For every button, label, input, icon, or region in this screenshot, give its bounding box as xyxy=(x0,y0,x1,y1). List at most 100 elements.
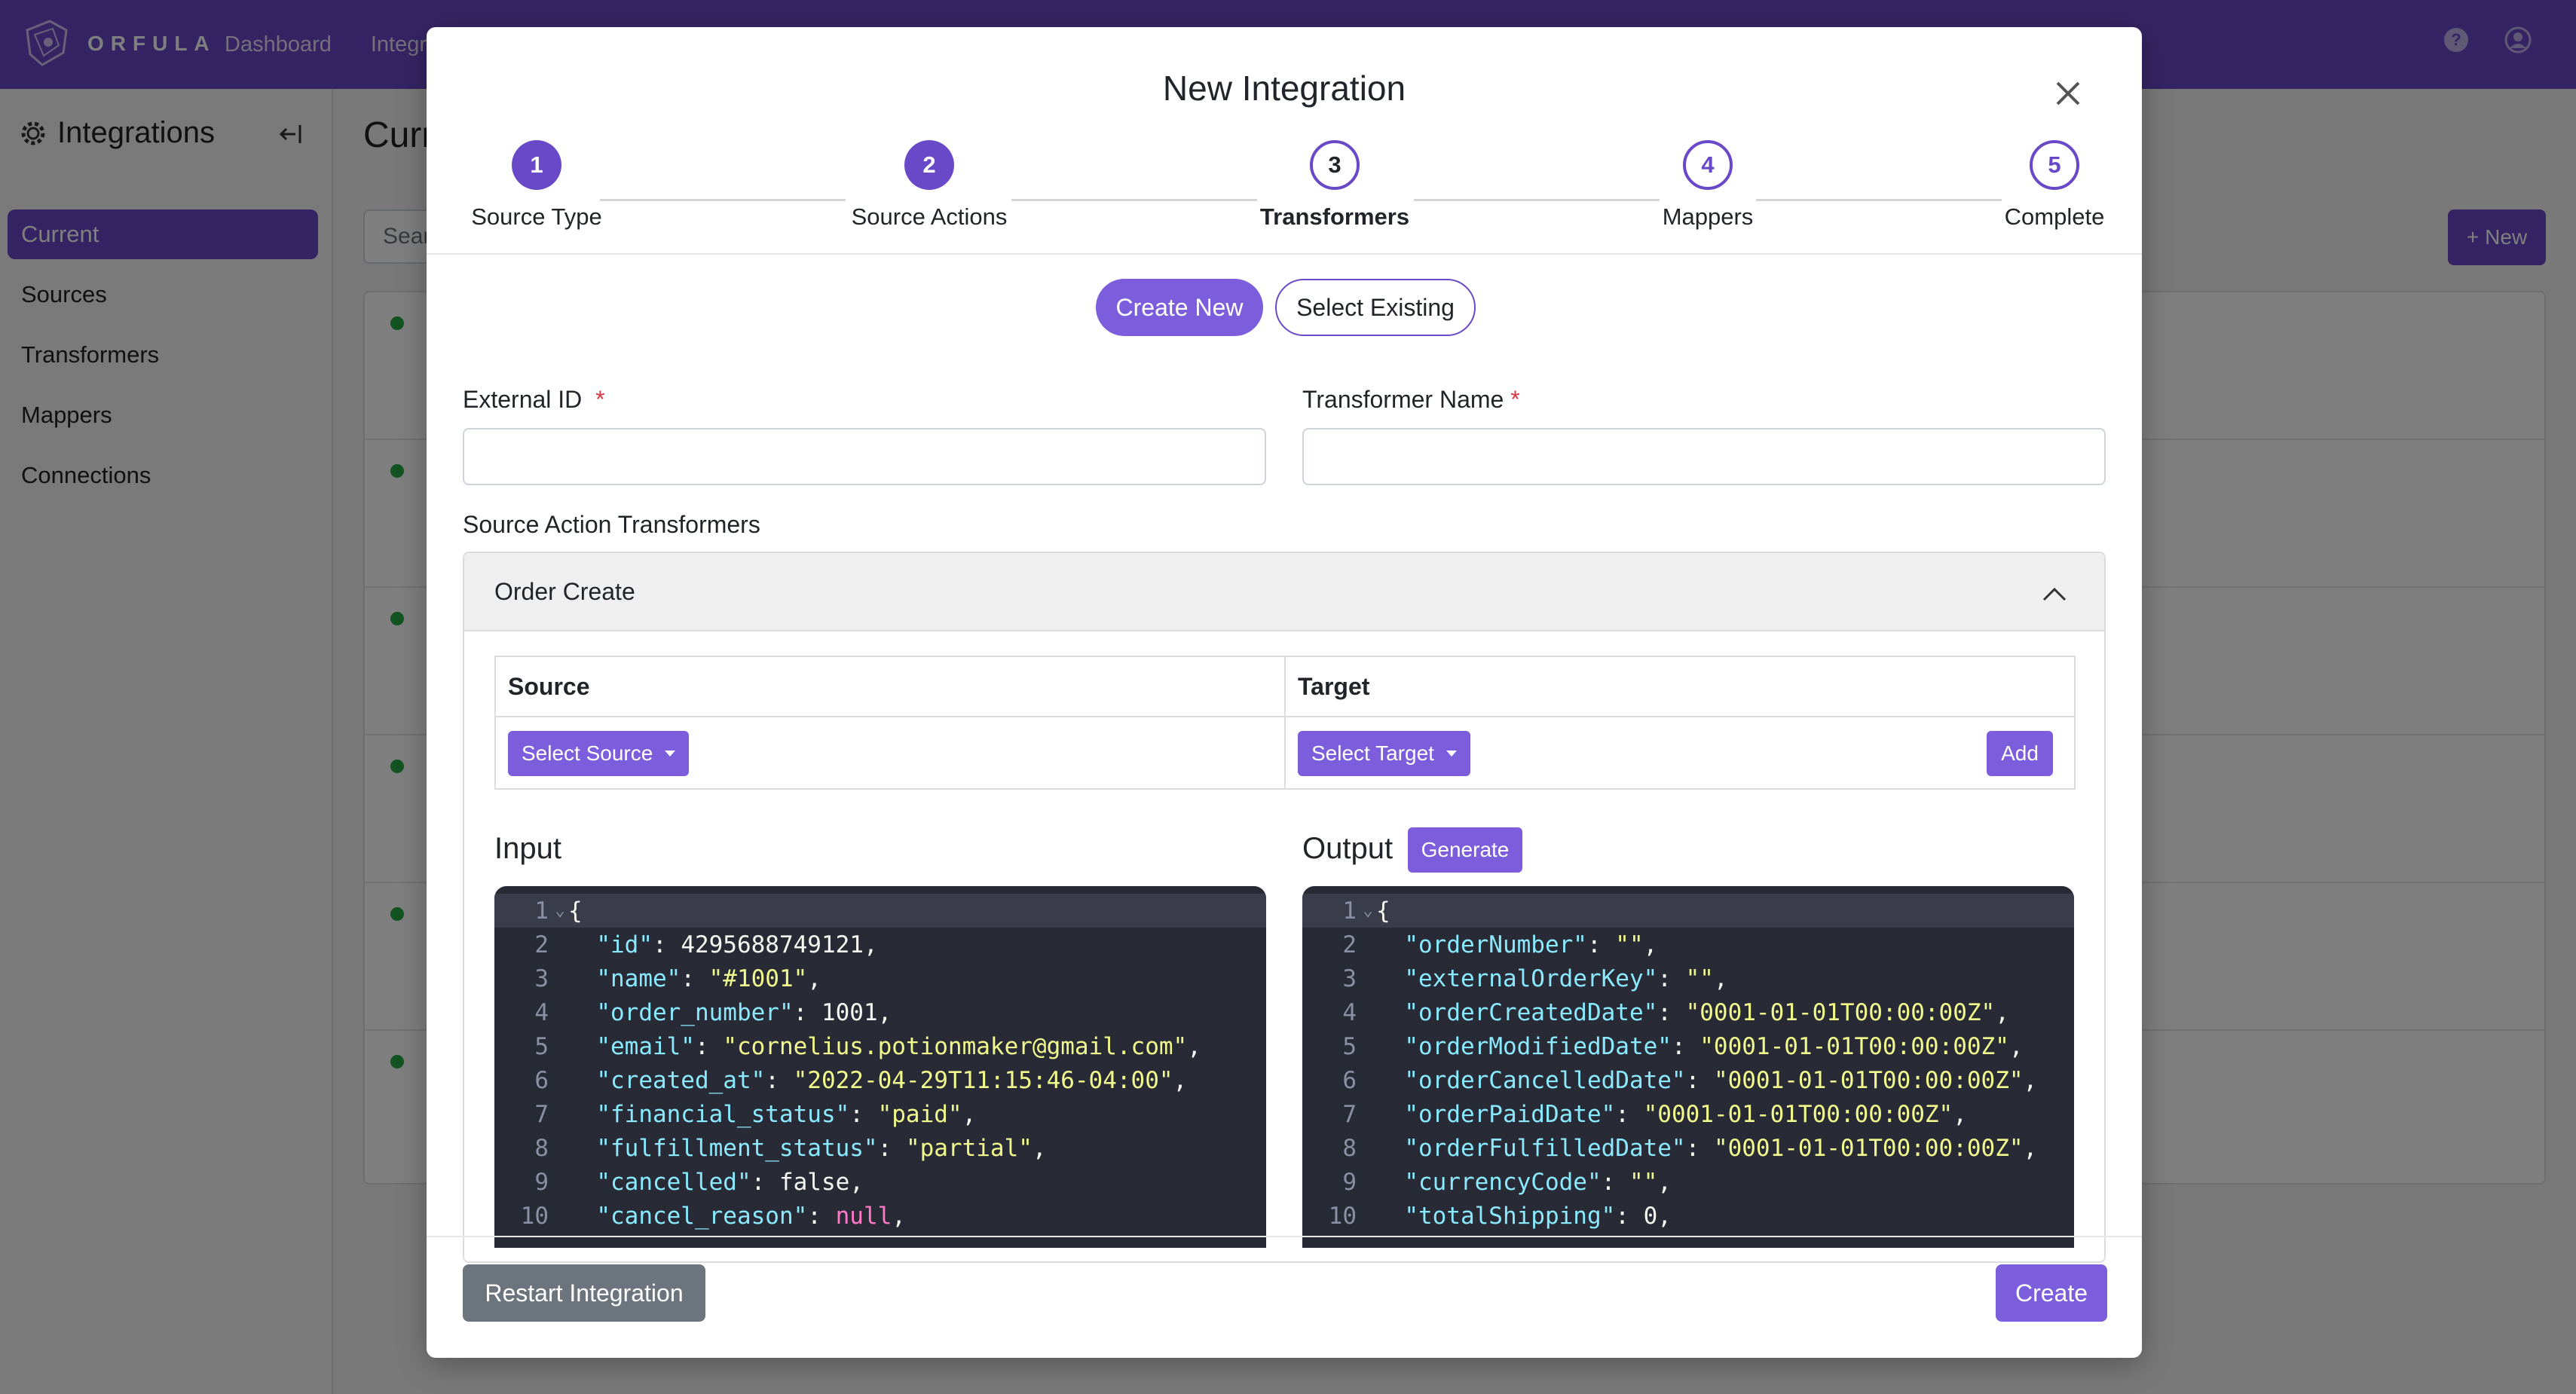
stepper: 1 Source Type 2 Source Actions 3 Transfo… xyxy=(427,140,2142,261)
modal-title: New Integration xyxy=(1162,69,1406,108)
code-line: 8 "orderFulfilledDate": "0001-01-01T00:0… xyxy=(1302,1131,2074,1165)
transformer-name-label: Transformer Name * xyxy=(1302,386,1520,414)
step-number: 2 xyxy=(904,140,954,190)
footer-divider xyxy=(427,1236,2142,1237)
step-transformers[interactable]: 3 Transformers xyxy=(1256,140,1414,231)
json-key: "created_at" xyxy=(596,1066,766,1094)
step-source-actions[interactable]: 2 Source Actions xyxy=(843,140,1016,231)
input-label: Input xyxy=(494,832,561,865)
new-integration-modal: New Integration 1 Source Type 2 Source A… xyxy=(427,27,2142,1358)
step-connector xyxy=(1414,199,1660,201)
step-connector xyxy=(600,199,846,201)
code-text: "cancelled": false, xyxy=(596,1168,864,1196)
line-number: 6 xyxy=(1342,1066,1357,1094)
code-line: 9 "currencyCode": "", xyxy=(1302,1165,2074,1199)
code-text: "id": 4295688749121, xyxy=(596,931,878,958)
json-key: "orderCancelledDate" xyxy=(1404,1066,1686,1094)
code-line: 1 ⌄{ xyxy=(1302,894,2074,928)
fold-arrow-icon[interactable]: ⌄ xyxy=(552,901,568,920)
code-text: "orderNumber": "", xyxy=(1404,931,1658,958)
line-number: 3 xyxy=(1342,964,1357,992)
code-line: 9 "cancelled": false, xyxy=(494,1165,1266,1199)
code-text: "orderFulfilledDate": "0001-01-01T00:00:… xyxy=(1404,1134,2038,1162)
step-number: 5 xyxy=(2030,140,2079,190)
accordion-header[interactable]: Order Create xyxy=(464,553,2104,631)
line-number: 9 xyxy=(1342,1168,1357,1196)
generate-button[interactable]: Generate xyxy=(1408,827,1522,873)
create-button[interactable]: Create xyxy=(1996,1264,2107,1322)
code-line: 6 "created_at": "2022-04-29T11:15:46-04:… xyxy=(494,1063,1266,1097)
json-key: "cancelled" xyxy=(596,1168,751,1196)
step-source-type[interactable]: 1 Source Type xyxy=(463,140,610,231)
code-text: { xyxy=(568,897,583,925)
section-label: Source Action Transformers xyxy=(463,511,760,538)
code-line: 4 "order_number": 1001, xyxy=(494,995,1266,1029)
select-source-dropdown[interactable]: Select Source xyxy=(508,731,690,776)
code-line: 1 ⌄{ xyxy=(494,894,1266,928)
step-label: Source Actions xyxy=(851,203,1008,230)
code-text: "externalOrderKey": "", xyxy=(1404,964,1728,992)
external-id-label: External ID * xyxy=(463,386,605,414)
fold-arrow-icon[interactable]: ⌄ xyxy=(1360,901,1376,920)
step-mappers[interactable]: 4 Mappers xyxy=(1655,140,1761,231)
code-line: 7 "financial_status": "paid", xyxy=(494,1097,1266,1131)
code-text: "fulfillment_status": "partial", xyxy=(596,1134,1047,1162)
code-line: 10 "totalShipping": 0, xyxy=(1302,1199,2074,1233)
line-number: 6 xyxy=(534,1066,549,1094)
mapping-table: Source Target Select Source Select Targe… xyxy=(494,656,2076,790)
code-text: "orderPaidDate": "0001-01-01T00:00:00Z", xyxy=(1404,1100,1967,1128)
json-key: "currencyCode" xyxy=(1404,1168,1602,1196)
restart-integration-button[interactable]: Restart Integration xyxy=(463,1264,705,1322)
input-code-editor[interactable]: 1 ⌄{ 2 "id": 4295688749121, 3 "name": "#100… xyxy=(494,886,1266,1248)
output-label: Output xyxy=(1302,832,1394,865)
transformer-name-field[interactable] xyxy=(1302,428,2106,485)
step-label: Transformers xyxy=(1259,203,1410,230)
json-key: "totalShipping" xyxy=(1404,1202,1616,1230)
select-target-label: Select Target xyxy=(1311,741,1434,765)
step-label: Source Type xyxy=(471,203,602,230)
external-id-label-text: External ID xyxy=(463,386,583,413)
code-text: "orderCancelledDate": "0001-01-01T00:00:… xyxy=(1404,1066,2038,1094)
caret-down-icon xyxy=(1446,750,1457,757)
chevron-up-icon xyxy=(2042,587,2067,601)
json-key: "email" xyxy=(596,1032,695,1060)
json-key: "order_number" xyxy=(596,998,794,1026)
target-header: Target xyxy=(1286,657,2074,717)
select-target-dropdown[interactable]: Select Target xyxy=(1298,731,1470,776)
json-value: "cornelius.potionmaker@gmail.com" xyxy=(723,1032,1188,1060)
json-value: 1001 xyxy=(821,998,878,1026)
line-number: 4 xyxy=(534,998,549,1026)
select-existing-toggle[interactable]: Select Existing xyxy=(1275,279,1476,336)
code-text: "name": "#1001", xyxy=(596,964,821,992)
create-new-toggle[interactable]: Create New xyxy=(1096,279,1263,336)
caret-down-icon xyxy=(665,750,676,757)
code-text: "currencyCode": "", xyxy=(1404,1168,1672,1196)
json-key: "orderPaidDate" xyxy=(1404,1100,1616,1128)
accordion-title: Order Create xyxy=(494,577,635,605)
json-value: "" xyxy=(1685,964,1714,992)
line-number: 7 xyxy=(1342,1100,1357,1128)
json-value: false xyxy=(779,1168,850,1196)
code-text: { xyxy=(1376,897,1390,925)
line-number: 10 xyxy=(1328,1202,1357,1230)
line-number: 2 xyxy=(1342,931,1357,958)
code-line: 8 "fulfillment_status": "partial", xyxy=(494,1131,1266,1165)
code-text: "financial_status": "paid", xyxy=(596,1100,977,1128)
divider xyxy=(427,253,2142,255)
add-button[interactable]: Add xyxy=(1987,731,2053,776)
json-key: "orderFulfilledDate" xyxy=(1404,1134,1686,1162)
close-icon[interactable] xyxy=(2047,72,2089,115)
line-number: 8 xyxy=(1342,1134,1357,1162)
line-number: 2 xyxy=(534,931,549,958)
line-number: 10 xyxy=(520,1202,549,1230)
required-mark: * xyxy=(595,386,605,413)
code-text: "orderModifiedDate": "0001-01-01T00:00:0… xyxy=(1404,1032,2024,1060)
step-complete[interactable]: 5 Complete xyxy=(1994,140,2115,231)
json-key: "orderCreatedDate" xyxy=(1404,998,1658,1026)
output-code-editor[interactable]: 1 ⌄{ 2 "orderNumber": "", 3 "externalOrderK… xyxy=(1302,886,2074,1248)
external-id-field[interactable] xyxy=(463,428,1266,485)
json-key: "externalOrderKey" xyxy=(1404,964,1658,992)
json-value: "" xyxy=(1629,1168,1658,1196)
line-number: 3 xyxy=(534,964,549,992)
code-line: 4 "orderCreatedDate": "0001-01-01T00:00:… xyxy=(1302,995,2074,1029)
